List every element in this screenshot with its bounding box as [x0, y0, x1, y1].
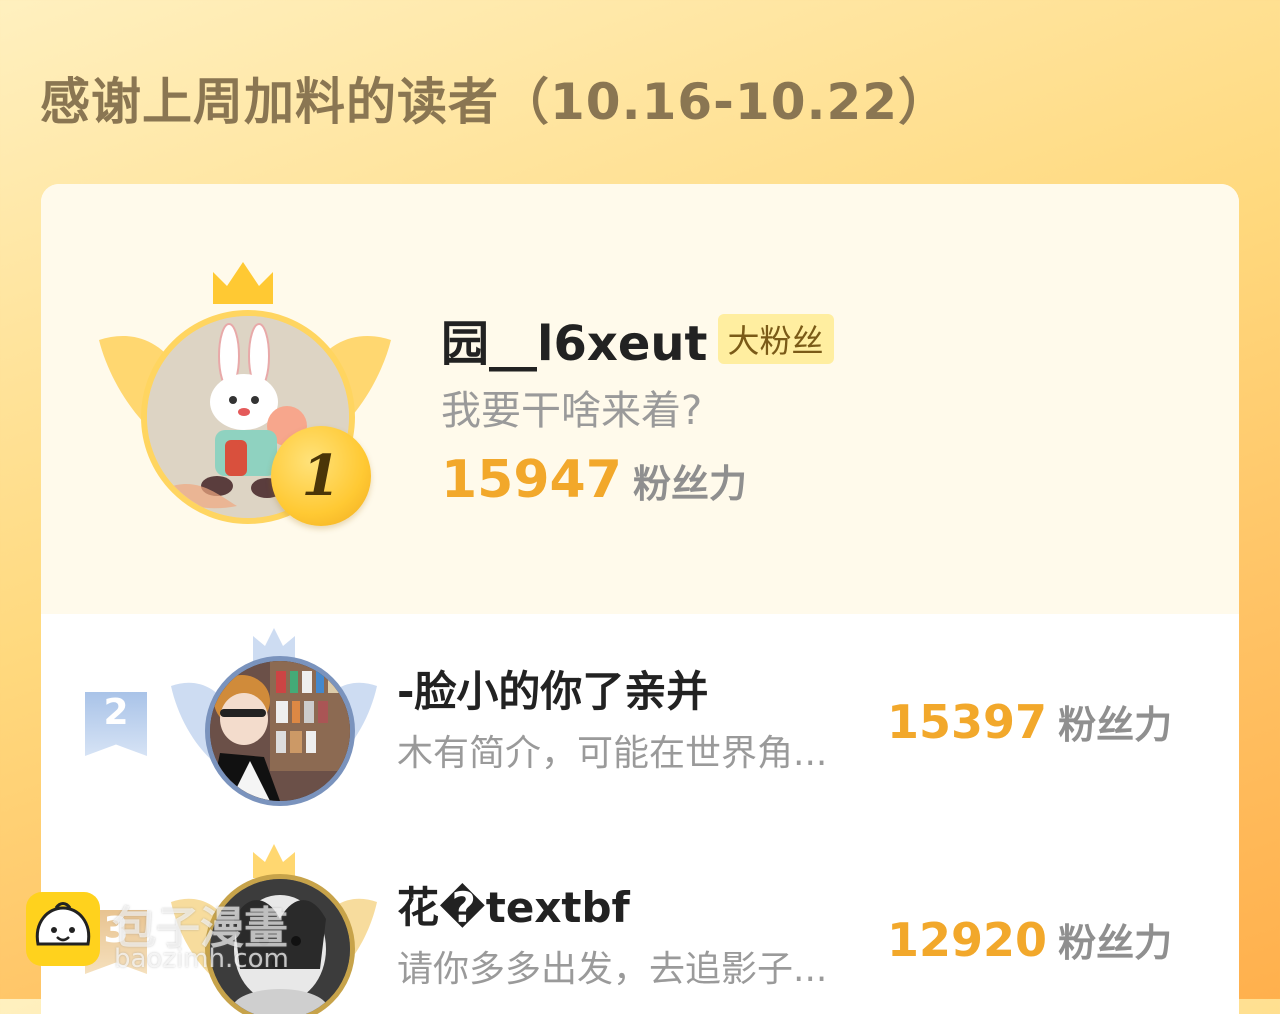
watermark-url: baozimh.com: [114, 944, 289, 974]
crown-icon: [213, 262, 273, 304]
score-unit: 粉丝力: [1058, 921, 1173, 965]
reader-score: 12920 粉丝力: [887, 912, 1172, 967]
page-title: 感谢上周加料的读者（10.16-10.22）: [40, 73, 950, 131]
bun-logo-icon: [26, 892, 100, 966]
reader-score: 15397 粉丝力: [887, 694, 1172, 749]
reader-name[interactable]: -脸小的你了亲并: [397, 658, 708, 719]
score-value: 15947: [441, 450, 622, 510]
rank-number: 2: [103, 692, 129, 733]
score-value: 12920: [887, 913, 1048, 967]
rank-medal-badge: 1: [271, 426, 371, 526]
list-item[interactable]: 2 -脸小的你了亲并 木有简介，可能在世界角... 15397 粉丝力: [41, 614, 1239, 834]
leaderboard-card: 1 园__l6xeut 大粉丝 我要干啥来着? 15947 粉丝力 2 -脸小的…: [41, 184, 1239, 1014]
top-fan-bio: 我要干啥来着?: [441, 388, 703, 434]
top-fan-name-row: 园__l6xeut 大粉丝: [441, 304, 834, 374]
reader-name[interactable]: 花�textbf: [397, 874, 630, 935]
reader-bio: 木有简介，可能在世界角...: [397, 733, 828, 774]
score-value: 15397: [887, 695, 1048, 749]
top-fan-score: 15947 粉丝力: [441, 450, 747, 510]
top-fan-section: 1 园__l6xeut 大粉丝 我要干啥来着? 15947 粉丝力: [41, 184, 1239, 614]
site-watermark: 包子漫畫 baozimh.com: [26, 892, 346, 974]
fan-level-badge: 大粉丝: [717, 314, 834, 364]
score-unit: 粉丝力: [1058, 703, 1173, 747]
reader-bio: 请你多多出发，去追影子...: [397, 949, 828, 990]
avatar[interactable]: [205, 656, 355, 806]
rank-flag: 2: [85, 692, 147, 756]
score-unit: 粉丝力: [633, 462, 748, 506]
top-fan-name[interactable]: 园__l6xeut: [441, 304, 708, 374]
